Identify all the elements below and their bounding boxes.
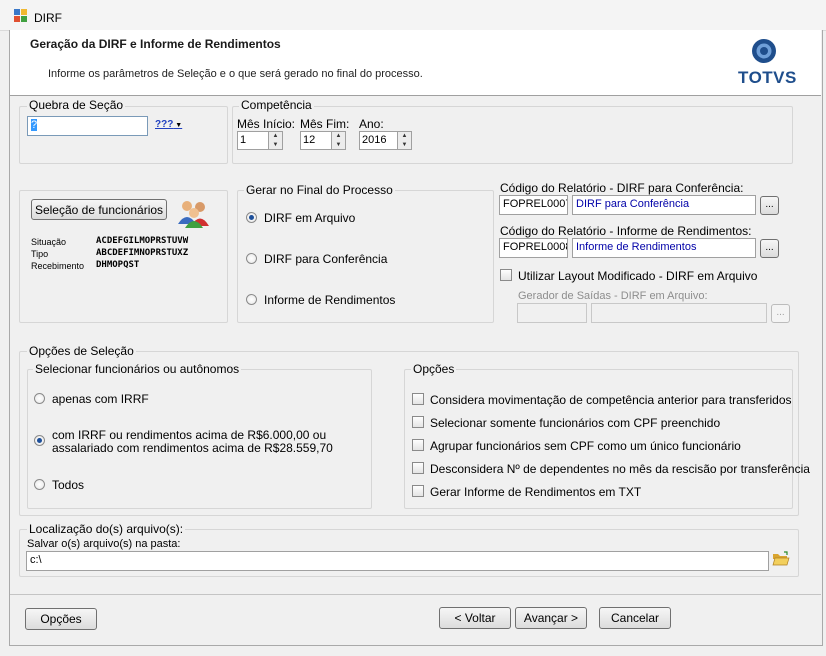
- ano-stepper[interactable]: 2016 ▲ ▼: [359, 131, 412, 150]
- codigo-conferencia-label: Código do Relatório - DIRF para Conferên…: [500, 181, 744, 195]
- layout-modificado-checkbox[interactable]: [500, 269, 512, 281]
- totvs-logo-text: TOTVS: [738, 68, 797, 87]
- selecionar-funcionarios-label: Selecionar funcionários ou autônomos: [33, 362, 242, 376]
- lookup-label: ???: [155, 119, 174, 130]
- selecao-funcionarios-button[interactable]: Seleção de funcionários: [31, 199, 167, 220]
- agrupar-sem-cpf-label[interactable]: Agrupar funcionários sem CPF como um úni…: [430, 439, 741, 453]
- footer-divider: [10, 594, 821, 595]
- mes-inicio-label: Mês Início:: [237, 117, 296, 131]
- ano-label: Ano:: [359, 117, 384, 131]
- mes-fim-value: 12: [303, 134, 316, 146]
- somente-cpf-label[interactable]: Selecionar somente funcionários com CPF …: [430, 416, 720, 430]
- app-icon: [14, 9, 27, 22]
- dirf-arquivo-label[interactable]: DIRF em Arquivo: [264, 211, 355, 225]
- opcoes-label: Opções: [411, 362, 457, 376]
- nome-informe-field: Informe de Rendimentos: [572, 238, 756, 258]
- quebra-secao-input[interactable]: ?: [27, 116, 148, 136]
- situacao-value: ACDEFGILMOPRSTUVW: [96, 236, 189, 246]
- gerar-final-label: Gerar no Final do Processo: [244, 183, 395, 197]
- lookup-button[interactable]: ??? ▼: [155, 119, 182, 130]
- salvar-pasta-label: Salvar o(s) arquivo(s) na pasta:: [27, 538, 181, 550]
- nome-conferencia-field: DIRF para Conferência: [572, 195, 756, 215]
- page-subtitle: Informe os parâmetros de Seleção e o que…: [48, 68, 423, 80]
- gerador-codigo-input: [517, 303, 587, 323]
- gerar-txt-label[interactable]: Gerar Informe de Rendimentos em TXT: [430, 485, 641, 499]
- window-title: DIRF: [34, 11, 62, 25]
- arrow-down-icon[interactable]: ▼: [332, 141, 345, 149]
- considera-movimentacao-label[interactable]: Considera movimentação de competência an…: [430, 393, 792, 407]
- mes-inicio-stepper[interactable]: 1 ▲ ▼: [237, 131, 283, 150]
- arrow-down-icon[interactable]: ▼: [398, 141, 411, 149]
- dirf-conferencia-radio[interactable]: [246, 253, 257, 264]
- codigo-informe-label: Código do Relatório - Informe de Rendime…: [500, 224, 752, 238]
- informe-rendimentos-radio[interactable]: [246, 294, 257, 305]
- quebra-secao-value: ?: [31, 119, 38, 131]
- gerador-nome-field: [591, 303, 767, 323]
- totvs-logo: TOTVS: [738, 38, 796, 93]
- todos-radio[interactable]: [34, 479, 45, 490]
- com-irrf-label-line1[interactable]: com IRRF ou rendimentos acima de R$6.000…: [52, 428, 326, 442]
- arrow-down-icon[interactable]: ▼: [269, 141, 282, 149]
- com-irrf-label-line2[interactable]: assalariado com rendimentos acima de R$2…: [52, 441, 333, 455]
- mes-fim-label: Mês Fim:: [300, 117, 350, 131]
- tipo-value: ABCDEFIMNOPRSTUXZ: [96, 248, 189, 258]
- dirf-arquivo-radio[interactable]: [246, 212, 257, 223]
- recebimento-label: Recebimento: [31, 261, 85, 271]
- mes-fim-stepper[interactable]: 12 ▲ ▼: [300, 131, 346, 150]
- tipo-label: Tipo: [31, 249, 49, 259]
- voltar-button[interactable]: < Voltar: [439, 607, 511, 629]
- todos-label[interactable]: Todos: [52, 478, 84, 492]
- gerar-txt-checkbox[interactable]: [412, 485, 424, 497]
- opcoes-button[interactable]: Opções: [25, 608, 97, 630]
- com-irrf-radio[interactable]: [34, 435, 45, 446]
- avancar-button[interactable]: Avançar >: [515, 607, 587, 629]
- ano-value: 2016: [362, 134, 387, 146]
- cancelar-button[interactable]: Cancelar: [599, 607, 671, 629]
- agrupar-sem-cpf-checkbox[interactable]: [412, 439, 424, 451]
- quebra-secao-label: Quebra de Seção: [27, 98, 126, 112]
- pasta-input[interactable]: c:\: [26, 551, 769, 571]
- considera-movimentacao-checkbox[interactable]: [412, 393, 424, 405]
- layout-modificado-label[interactable]: Utilizar Layout Modificado - DIRF em Arq…: [518, 269, 757, 283]
- situacao-label: Situação: [31, 237, 67, 247]
- ano-spin[interactable]: ▲ ▼: [397, 132, 411, 149]
- apenas-irrf-label[interactable]: apenas com IRRF: [52, 392, 149, 406]
- chevron-down-icon: ▼: [173, 122, 183, 129]
- mes-inicio-spin[interactable]: ▲ ▼: [268, 132, 282, 149]
- browse-gerador-button: ...: [771, 304, 790, 323]
- apenas-irrf-radio[interactable]: [34, 393, 45, 404]
- title-bar: DIRF: [0, 0, 826, 31]
- desconsidera-dependentes-checkbox[interactable]: [412, 462, 424, 474]
- recebimento-value: DHMOPQST: [96, 260, 140, 270]
- localizacao-label: Localização do(s) arquivo(s):: [27, 522, 186, 536]
- somente-cpf-checkbox[interactable]: [412, 416, 424, 428]
- page-title: Geração da DIRF e Informe de Rendimentos: [30, 37, 281, 51]
- opcoes-selecao-label: Opções de Seleção: [27, 344, 136, 358]
- competencia-label: Competência: [239, 98, 314, 112]
- codigo-conferencia-input[interactable]: FOPREL0007: [499, 195, 568, 215]
- gerador-saidas-label: Gerador de Saídas - DIRF em Arquivo:: [518, 290, 708, 302]
- dirf-conferencia-label[interactable]: DIRF para Conferência: [264, 252, 387, 266]
- codigo-informe-input[interactable]: FOPREL0008: [499, 238, 568, 258]
- users-group-icon: [178, 201, 209, 228]
- browse-informe-button[interactable]: ...: [760, 239, 779, 258]
- wizard-header: Geração da DIRF e Informe de Rendimentos…: [10, 30, 821, 96]
- mes-inicio-value: 1: [240, 134, 247, 146]
- folder-open-icon[interactable]: [772, 551, 790, 567]
- totvs-logo-icon: [752, 39, 776, 63]
- desconsidera-dependentes-label[interactable]: Desconsidera Nº de dependentes no mês da…: [430, 462, 810, 476]
- browse-conferencia-button[interactable]: ...: [760, 196, 779, 215]
- mes-fim-spin[interactable]: ▲ ▼: [331, 132, 345, 149]
- informe-rendimentos-label[interactable]: Informe de Rendimentos: [264, 293, 395, 307]
